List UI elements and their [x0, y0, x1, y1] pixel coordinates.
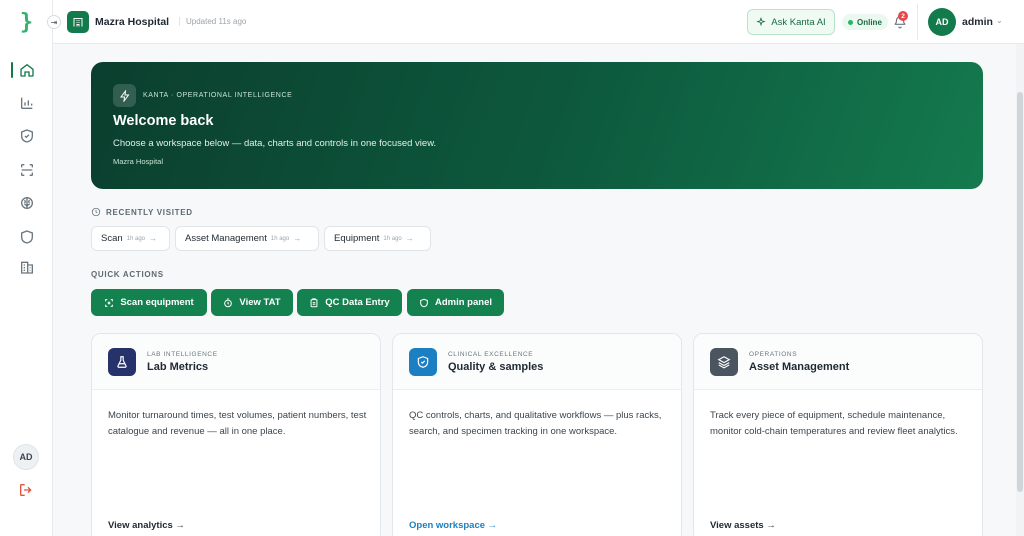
home-icon [19, 63, 34, 77]
welcome-hero: KANTA · OPERATIONAL INTELLIGENCE Welcome… [91, 62, 983, 189]
sidebar-item-analytics[interactable] [0, 89, 53, 117]
sidebar-item-home[interactable] [0, 56, 53, 84]
logout-icon[interactable] [18, 482, 34, 498]
recent-item-label: Scan [101, 233, 123, 244]
card-title: Quality & samples [448, 361, 544, 373]
shield-check-icon [409, 348, 437, 376]
status-dot [848, 19, 853, 25]
flask-icon [108, 348, 136, 376]
chevron-down-icon[interactable]: ⌄ [996, 16, 1003, 25]
card-header: CLINICAL EXCELLENCE Quality & samples [393, 334, 681, 390]
quick-actions-label: QUICK ACTIONS [91, 270, 164, 279]
user-name[interactable]: admin [962, 16, 993, 28]
sidebar-item-security[interactable] [0, 223, 53, 251]
hero-eyebrow: KANTA · OPERATIONAL INTELLIGENCE [143, 92, 293, 99]
layers-icon [710, 348, 738, 376]
top-header: Mazra Hospital Updated 11s ago Ask Kanta… [53, 0, 1024, 44]
clipboard-icon [310, 297, 318, 307]
card-description: Track every piece of equipment, schedule… [710, 410, 958, 437]
updated-text: Updated 11s ago [179, 17, 246, 26]
shield-check-icon [20, 129, 33, 143]
recent-item-label: Equipment [334, 233, 380, 244]
open-workspace-link[interactable]: Open workspace → [409, 520, 497, 531]
timer-icon [224, 297, 233, 307]
sidebar: } AD [0, 0, 53, 536]
card-quality-samples[interactable]: CLINICAL EXCELLENCE Quality & samples QC… [392, 333, 682, 536]
sidebar-item-scan[interactable] [0, 156, 53, 184]
card-lab-metrics[interactable]: LAB INTELLIGENCE Lab Metrics Monitor tur… [91, 333, 381, 536]
shield-icon [20, 230, 33, 244]
card-header: OPERATIONS Asset Management [694, 334, 982, 390]
card-header: LAB INTELLIGENCE Lab Metrics [92, 334, 380, 390]
button-label: QC Data Entry [325, 297, 390, 308]
recent-item-ago: 1h ago [126, 235, 146, 242]
building-icon [20, 261, 33, 274]
user-avatar[interactable]: AD [928, 8, 956, 36]
qc-data-entry-button[interactable]: QC Data Entry [297, 289, 402, 316]
sidebar-item-facilities[interactable] [0, 253, 53, 281]
card-title: Asset Management [749, 361, 850, 373]
scrollbar[interactable] [1016, 44, 1024, 536]
recent-item-label: Asset Management [185, 233, 267, 244]
scrollbar-thumb[interactable] [1017, 92, 1023, 492]
sidebar-item-intelligence[interactable] [0, 189, 53, 217]
hero-subtitle: Choose a workspace below — data, charts … [113, 138, 437, 149]
card-description: Monitor turnaround times, test volumes, … [108, 410, 367, 437]
card-eyebrow: LAB INTELLIGENCE [147, 351, 218, 358]
button-label: View TAT [239, 297, 281, 308]
card-description: QC controls, charts, and qualitative wor… [409, 410, 662, 437]
arrow-right-icon: → [405, 234, 414, 243]
button-label: Scan equipment [120, 297, 194, 308]
button-label: Admin panel [434, 297, 492, 308]
view-assets-link[interactable]: View assets → [710, 520, 776, 531]
recent-item-equipment[interactable]: Equipment 1h ago → [324, 226, 431, 251]
recent-item-scan[interactable]: Scan 1h ago → [91, 226, 170, 251]
hero-hospital: Mazra Hospital [113, 157, 164, 166]
recently-visited-label: RECENTLY VISITED [106, 208, 193, 217]
bar-chart-icon [20, 97, 32, 109]
brain-icon [20, 197, 33, 209]
card-eyebrow: CLINICAL EXCELLENCE [448, 351, 534, 358]
view-analytics-link[interactable]: View analytics → [108, 520, 185, 531]
shield-icon [420, 298, 428, 307]
scan-icon [20, 164, 33, 176]
hospital-icon [67, 11, 89, 33]
card-title: Lab Metrics [147, 361, 209, 373]
status-label: Online [857, 17, 882, 27]
collapse-sidebar-button[interactable]: ⇥ [47, 15, 61, 29]
sidebar-avatar[interactable]: AD [13, 444, 39, 470]
status-badge: Online [842, 14, 888, 30]
card-asset-management[interactable]: OPERATIONS Asset Management Track every … [693, 333, 983, 536]
hospital-name[interactable]: Mazra Hospital [95, 16, 169, 28]
scan-equipment-button[interactable]: Scan equipment [91, 289, 207, 316]
arrow-right-icon: → [149, 234, 158, 243]
header-divider [917, 4, 918, 40]
ask-ai-button[interactable]: Ask Kanta AI [747, 9, 835, 35]
hero-title: Welcome back [113, 113, 214, 129]
ask-ai-label: Ask Kanta AI [771, 16, 826, 28]
card-eyebrow: OPERATIONS [749, 351, 798, 358]
admin-panel-button[interactable]: Admin panel [407, 289, 504, 316]
arrow-right-icon: → [293, 234, 302, 243]
view-tat-button[interactable]: View TAT [211, 289, 293, 316]
app-logo[interactable]: } [0, 0, 53, 44]
sparkle-icon [756, 17, 766, 27]
sidebar-item-quality[interactable] [0, 122, 53, 150]
recent-item-ago: 1h ago [383, 235, 402, 242]
notification-badge: 2 [898, 11, 908, 21]
lightning-icon [113, 84, 136, 107]
scan-icon [105, 298, 114, 307]
recent-item-ago: 1h ago [270, 235, 290, 242]
clock-icon [91, 207, 101, 217]
recent-item-asset-management[interactable]: Asset Management 1h ago → [175, 226, 319, 251]
